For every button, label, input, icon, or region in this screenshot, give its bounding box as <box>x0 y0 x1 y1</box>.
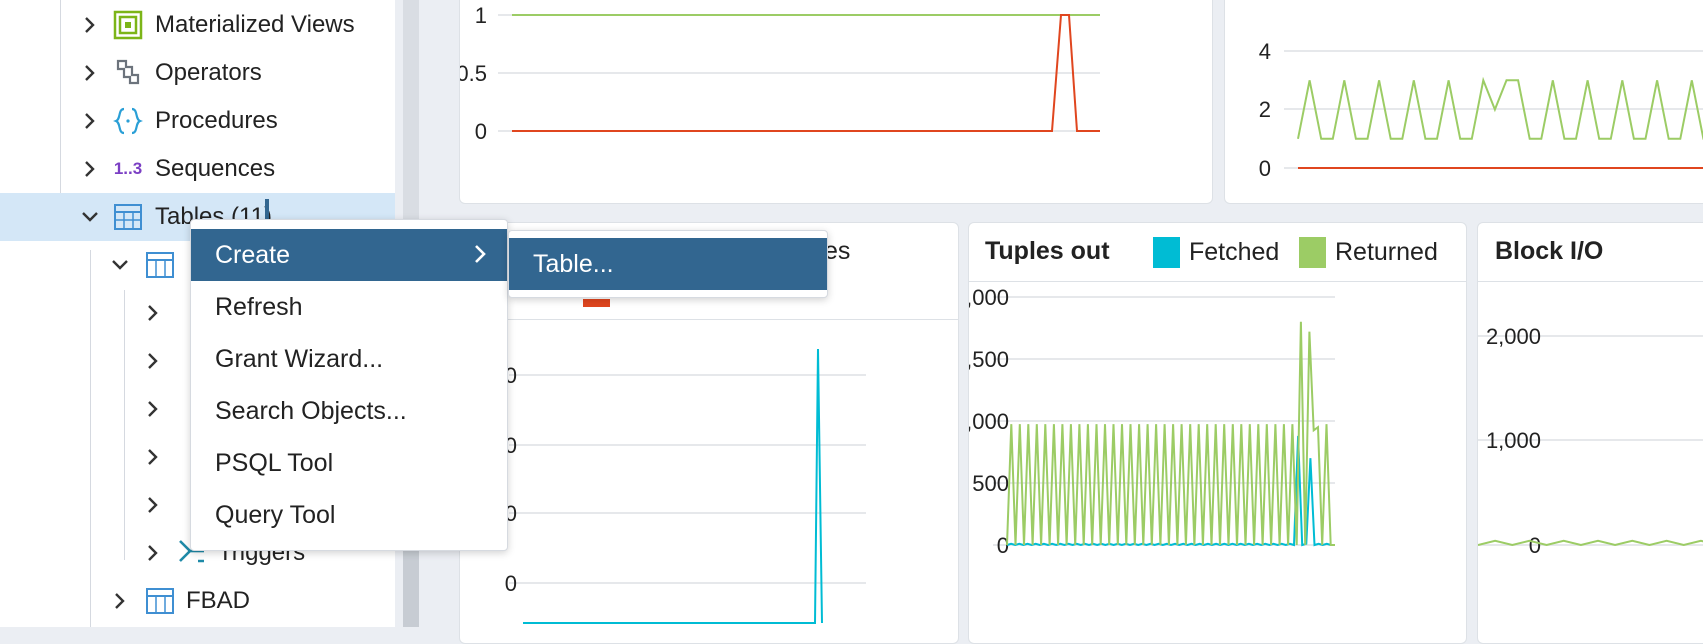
tables-icon <box>112 201 144 233</box>
tree-item-label: Sequences <box>155 155 276 182</box>
materialized-views-icon <box>112 9 144 41</box>
menu-item-label: Query Tool <box>215 500 336 529</box>
chevron-right-icon[interactable] <box>80 159 100 179</box>
panel-block-io: Block I/O 2,000 1,000 0 <box>1477 222 1703 644</box>
menu-item-psql-tool[interactable]: PSQL Tool <box>191 437 507 489</box>
chart-block-io: 2,000 1,000 0 <box>1478 324 1703 558</box>
chevron-right-icon[interactable] <box>143 303 163 323</box>
menu-item-create[interactable]: Create <box>191 229 507 281</box>
chevron-down-icon[interactable] <box>110 255 130 275</box>
menu-item-label: Search Objects... <box>215 396 407 425</box>
y-tick-label: 4 <box>1259 39 1271 64</box>
tree-item-fbad[interactable]: FBAD <box>0 577 395 625</box>
y-tick-label: 500 <box>972 471 1009 496</box>
chevron-right-icon[interactable] <box>143 447 163 467</box>
menu-item-label: Create <box>215 240 291 269</box>
procedures-icon <box>112 105 144 137</box>
chevron-right-icon <box>473 243 487 272</box>
chevron-right-icon[interactable] <box>110 591 130 611</box>
table-icon <box>144 585 176 617</box>
panel-top-left: 10.50 <box>459 0 1213 204</box>
chart-top-right: 4 2 0 <box>1259 39 1703 181</box>
tree-item-label: Materialized Views <box>155 11 355 38</box>
y-tick-label: 0 <box>505 571 517 596</box>
sequences-icon: 1..3 <box>113 159 143 178</box>
y-tick-label: 2 <box>1259 97 1271 122</box>
y-tick-label: 1,500 <box>969 347 1009 372</box>
context-menu: Create Refresh Grant Wizard... Search Ob… <box>190 219 508 551</box>
panel-tuples-out: Tuples out Fetched Returned 2,0001,5001,… <box>968 222 1467 644</box>
y-tick-label: 0.5 <box>460 61 487 86</box>
chevron-right-icon[interactable] <box>80 15 100 35</box>
tree-item-label: FBAD <box>186 587 251 614</box>
y-tick-label: 0 <box>1259 156 1271 181</box>
menu-item-label: Refresh <box>215 292 303 321</box>
chevron-right-icon[interactable] <box>143 495 163 515</box>
context-submenu-create: Table... <box>508 230 828 298</box>
y-tick-label: 2,000 <box>1486 324 1541 349</box>
chevron-right-icon[interactable] <box>80 63 100 83</box>
panel-top-right: 4 2 0 <box>1224 0 1703 204</box>
menu-item-label: Grant Wizard... <box>215 344 384 373</box>
tree-item-label: Operators <box>155 59 262 86</box>
chevron-down-icon[interactable] <box>80 207 100 227</box>
y-tick-label: 2,000 <box>969 285 1009 310</box>
menu-item-label: PSQL Tool <box>215 448 334 477</box>
chevron-right-icon[interactable] <box>80 111 100 131</box>
chevron-right-icon[interactable] <box>143 543 163 563</box>
menu-item-grant-wizard[interactable]: Grant Wizard... <box>191 333 507 385</box>
tree-item-label: Procedures <box>155 107 278 134</box>
series-line <box>1006 321 1335 546</box>
chart-tuples-out: 2,0001,5001,0005000 <box>969 285 1335 558</box>
menu-item-query-tool[interactable]: Query Tool <box>191 489 507 541</box>
table-icon <box>144 249 176 281</box>
tree-item-sequences[interactable]: 1..3 Sequences <box>0 145 395 193</box>
y-tick-label: 1,000 <box>1486 428 1541 453</box>
tree-item-operators[interactable]: Operators <box>0 49 395 97</box>
tree-item-procedures[interactable]: Procedures <box>0 97 395 145</box>
menu-item-search-objects[interactable]: Search Objects... <box>191 385 507 437</box>
menu-item-refresh[interactable]: Refresh <box>191 281 507 333</box>
y-tick-label: 0 <box>475 119 487 144</box>
chart-top-left: 10.50 <box>460 3 1100 144</box>
chevron-right-icon[interactable] <box>143 351 163 371</box>
tree-item-materialized-views[interactable]: Materialized Views <box>0 1 395 49</box>
y-tick-label: 0 <box>1529 533 1541 558</box>
y-tick-label: 1 <box>475 3 487 28</box>
menu-item-label: Table... <box>533 249 614 278</box>
chevron-right-icon[interactable] <box>143 399 163 419</box>
operators-icon <box>112 57 144 89</box>
menu-item-table[interactable]: Table... <box>509 238 827 290</box>
series-line <box>523 348 823 624</box>
y-tick-label: 1,000 <box>969 409 1009 434</box>
